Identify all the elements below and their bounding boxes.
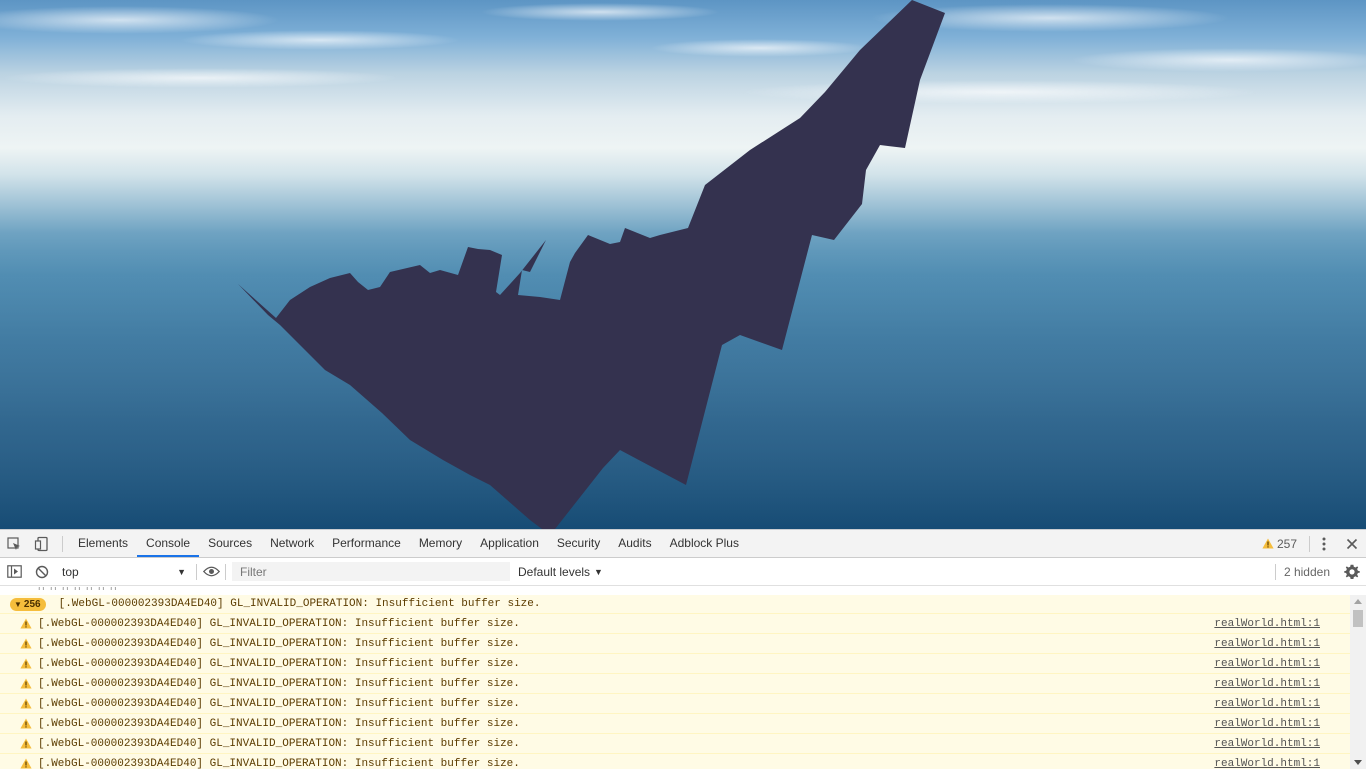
warning-counter[interactable]: 257: [1262, 537, 1305, 551]
tab-sources[interactable]: Sources: [199, 530, 261, 557]
console-message-row[interactable]: [.WebGL-000002393DA4ED40] GL_INVALID_OPE…: [0, 694, 1350, 714]
console-message-row[interactable]: [.WebGL-000002393DA4ED40] GL_INVALID_OPE…: [0, 654, 1350, 674]
console-message-text: [.WebGL-000002393DA4ED40] GL_INVALID_OPE…: [38, 638, 520, 650]
console-message-text: [.WebGL-000002393DA4ED40] GL_INVALID_OPE…: [38, 658, 520, 670]
warning-icon: [20, 618, 32, 630]
tab-elements[interactable]: Elements: [69, 530, 137, 557]
scroll-down-arrow-icon[interactable]: [1354, 760, 1362, 765]
tab-memory[interactable]: Memory: [410, 530, 471, 557]
repeat-count-text: 256: [24, 599, 41, 610]
chevron-down-icon: ▼: [177, 567, 186, 577]
webgl-scene: [0, 0, 1366, 529]
filterbar-divider-2: [225, 564, 226, 580]
source-link[interactable]: realWorld.html:1: [1214, 678, 1320, 690]
tab-application[interactable]: Application: [471, 530, 548, 557]
warning-icon: [20, 738, 32, 750]
warning-count-text: 257: [1277, 537, 1297, 551]
source-link[interactable]: realWorld.html:1: [1214, 658, 1320, 670]
console-message-row[interactable]: [.WebGL-000002393DA4ED40] GL_INVALID_OPE…: [0, 634, 1350, 654]
warning-icon: [20, 758, 32, 769]
sky-clouds: [0, 3, 1366, 104]
context-selector-value: top: [62, 565, 79, 579]
kebab-menu-icon[interactable]: [1310, 530, 1338, 557]
tab-network[interactable]: Network: [261, 530, 323, 557]
devtools-tabbar: Elements Console Sources Network Perform…: [0, 530, 1366, 558]
sidebar-toggle-icon[interactable]: [0, 558, 28, 585]
repeat-count-badge[interactable]: ▼ 256: [10, 598, 46, 611]
source-link[interactable]: realWorld.html:1: [1214, 638, 1320, 650]
scroll-up-arrow-icon[interactable]: [1354, 599, 1362, 604]
log-levels-dropdown[interactable]: Default levels ▼: [518, 565, 603, 579]
console-message-row[interactable]: [.WebGL-000002393DA4ED40] GL_INVALID_OPE…: [0, 614, 1350, 634]
source-link[interactable]: realWorld.html:1: [1214, 698, 1320, 710]
previous-message-tail: ∩ ∩ ∩ ∩ ∩ ∩ ∩: [0, 587, 1366, 595]
eye-icon[interactable]: [197, 558, 225, 585]
warning-icon: [20, 698, 32, 710]
tabbar-divider: [62, 536, 63, 552]
devtools-panel: Elements Console Sources Network Perform…: [0, 529, 1366, 768]
console-message-text: [.WebGL-000002393DA4ED40] GL_INVALID_OPE…: [38, 758, 520, 769]
console-filterbar: top ▼ Default levels ▼ 2 hidden: [0, 558, 1366, 586]
console-messages[interactable]: ∩ ∩ ∩ ∩ ∩ ∩ ∩ ▼ 256 [.WebGL-000002393DA4…: [0, 587, 1366, 769]
source-link[interactable]: realWorld.html:1: [1214, 758, 1320, 769]
gear-icon[interactable]: [1338, 558, 1366, 585]
warning-icon: [1262, 538, 1274, 549]
inspect-element-icon[interactable]: [0, 530, 28, 557]
tab-console[interactable]: Console: [137, 530, 199, 557]
console-message-text: [.WebGL-000002393DA4ED40] GL_INVALID_OPE…: [38, 618, 520, 630]
tab-adblock-plus[interactable]: Adblock Plus: [661, 530, 748, 557]
close-icon[interactable]: [1338, 530, 1366, 557]
hidden-messages-count: 2 hidden: [1276, 565, 1338, 579]
tab-audits[interactable]: Audits: [609, 530, 660, 557]
warning-icon: [20, 638, 32, 650]
warning-icon: [20, 658, 32, 670]
filter-input[interactable]: [232, 562, 510, 581]
console-message-text: [.WebGL-000002393DA4ED40] GL_INVALID_OPE…: [38, 738, 520, 750]
console-scrollbar[interactable]: [1350, 595, 1366, 769]
tab-security[interactable]: Security: [548, 530, 609, 557]
source-link[interactable]: realWorld.html:1: [1214, 618, 1320, 630]
context-selector[interactable]: top ▼: [58, 562, 190, 582]
console-message-row[interactable]: [.WebGL-000002393DA4ED40] GL_INVALID_OPE…: [0, 734, 1350, 754]
console-message-text: [.WebGL-000002393DA4ED40] GL_INVALID_OPE…: [38, 698, 520, 710]
log-levels-label: Default levels: [518, 565, 590, 579]
scrollbar-thumb[interactable]: [1353, 610, 1363, 627]
caret-down-icon: ▼: [594, 567, 603, 577]
console-message-text: [.WebGL-000002393DA4ED40] GL_INVALID_OPE…: [38, 678, 520, 690]
warning-icon: [20, 678, 32, 690]
webgl-canvas[interactable]: [0, 0, 1366, 529]
device-toolbar-icon[interactable]: [28, 530, 56, 557]
console-message-row[interactable]: [.WebGL-000002393DA4ED40] GL_INVALID_OPE…: [0, 714, 1350, 734]
console-message-row[interactable]: [.WebGL-000002393DA4ED40] GL_INVALID_OPE…: [0, 674, 1350, 694]
tab-performance[interactable]: Performance: [323, 530, 410, 557]
warning-icon: [20, 718, 32, 730]
console-group-row[interactable]: ▼ 256 [.WebGL-000002393DA4ED40] GL_INVAL…: [0, 595, 1350, 614]
console-message-text: [.WebGL-000002393DA4ED40] GL_INVALID_OPE…: [59, 598, 541, 610]
triangle-down-icon: ▼: [14, 600, 22, 609]
source-link[interactable]: realWorld.html:1: [1214, 738, 1320, 750]
clear-console-icon[interactable]: [28, 558, 56, 585]
console-message-text: [.WebGL-000002393DA4ED40] GL_INVALID_OPE…: [38, 718, 520, 730]
source-link[interactable]: realWorld.html:1: [1214, 718, 1320, 730]
console-message-row[interactable]: [.WebGL-000002393DA4ED40] GL_INVALID_OPE…: [0, 754, 1350, 769]
